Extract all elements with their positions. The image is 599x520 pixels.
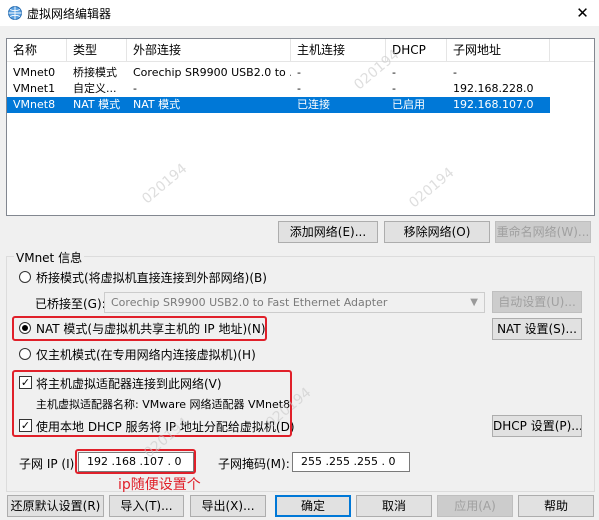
cell-type: 自定义... [73, 82, 117, 95]
cell-type: NAT 模式 [73, 98, 121, 111]
import-button[interactable]: 导入(T)... [109, 495, 184, 517]
list-header: 名称 类型 外部连接 主机连接 DHCP 子网地址 [7, 39, 594, 62]
table-row-vmnet1[interactable]: VMnet1 自定义... - - - 192.168.228.0 [7, 81, 550, 97]
subnet-mask-input[interactable]: 255 .255 .255 . 0 [292, 452, 410, 472]
nat-highlight-box [12, 316, 267, 341]
dhcp-settings-button[interactable]: DHCP 设置(P)... [492, 415, 582, 437]
bridged-to-value: Corechip SR9900 USB2.0 to Fast Ethernet … [111, 296, 388, 309]
adapter-dhcp-highlight-box [12, 370, 292, 437]
ok-button[interactable]: 确定 [275, 495, 351, 517]
cell-subnet: 192.168.107.0 [453, 98, 534, 111]
close-icon[interactable]: ✕ [566, 0, 599, 26]
bridged-label: 桥接模式(将虚拟机直接连接到外部网络)(B) [36, 271, 267, 285]
subnet-ip-highlight-box [75, 449, 196, 474]
window-title: 虚拟网络编辑器 [27, 7, 112, 21]
rename-network-button[interactable]: 重命名网络(W)... [495, 221, 591, 243]
cell-type: 桥接模式 [73, 66, 117, 79]
restore-defaults-button[interactable]: 还原默认设置(R) [7, 495, 104, 517]
bridged-to-select[interactable]: Corechip SR9900 USB2.0 to Fast Ethernet … [104, 292, 485, 313]
nat-settings-button[interactable]: NAT 设置(S)... [492, 318, 582, 340]
column-header-external[interactable]: 外部连接 [127, 39, 291, 61]
host-only-radio[interactable] [19, 348, 31, 360]
column-header-type[interactable]: 类型 [67, 39, 127, 61]
host-only-label: 仅主机模式(在专用网络内连接虚拟机)(H) [36, 348, 256, 362]
vmnet-list[interactable]: 名称 类型 外部连接 主机连接 DHCP 子网地址 VMnet0 桥接模式 Co… [6, 38, 595, 216]
export-button[interactable]: 导出(X)... [190, 495, 266, 517]
cell-dhcp: - [392, 82, 396, 95]
annotation-text: ip随便设置个 [118, 477, 201, 493]
cell-external: Corechip SR9900 USB2.0 to ... [133, 66, 291, 79]
cell-subnet: - [453, 66, 457, 79]
cell-name: VMnet0 [13, 66, 56, 79]
column-header-subnet[interactable]: 子网地址 [447, 39, 550, 61]
bridged-radio[interactable] [19, 271, 31, 283]
apply-button[interactable]: 应用(A) [437, 495, 513, 517]
cell-external: - [133, 82, 137, 95]
network-globe-icon [8, 6, 22, 20]
cell-external: NAT 模式 [133, 98, 181, 111]
cell-dhcp: 已启用 [392, 98, 425, 111]
chevron-down-icon: ▼ [470, 297, 478, 308]
column-header-host[interactable]: 主机连接 [291, 39, 386, 61]
table-row-vmnet8[interactable]: VMnet8 NAT 模式 NAT 模式 已连接 已启用 192.168.107… [7, 97, 550, 113]
cell-subnet: 192.168.228.0 [453, 82, 534, 95]
bridged-to-label: 已桥接至(G): [35, 297, 106, 311]
group-title: VMnet 信息 [14, 249, 85, 266]
add-network-button[interactable]: 添加网络(E)... [278, 221, 378, 243]
cancel-button[interactable]: 取消 [356, 495, 432, 517]
table-row-vmnet0[interactable]: VMnet0 桥接模式 Corechip SR9900 USB2.0 to ..… [7, 65, 550, 81]
cell-name: VMnet8 [13, 98, 56, 111]
subnet-mask-label: 子网掩码(M): [218, 457, 290, 471]
title-bar: 虚拟网络编辑器 ✕ [0, 0, 599, 26]
help-button[interactable]: 帮助 [518, 495, 594, 517]
cell-name: VMnet1 [13, 82, 56, 95]
remove-network-button[interactable]: 移除网络(O) [384, 221, 490, 243]
auto-settings-button[interactable]: 自动设置(U)... [492, 291, 582, 313]
cell-host: 已连接 [297, 98, 330, 111]
column-header-name[interactable]: 名称 [7, 39, 67, 61]
cell-dhcp: - [392, 66, 396, 79]
subnet-ip-label: 子网 IP (I): [19, 457, 79, 471]
